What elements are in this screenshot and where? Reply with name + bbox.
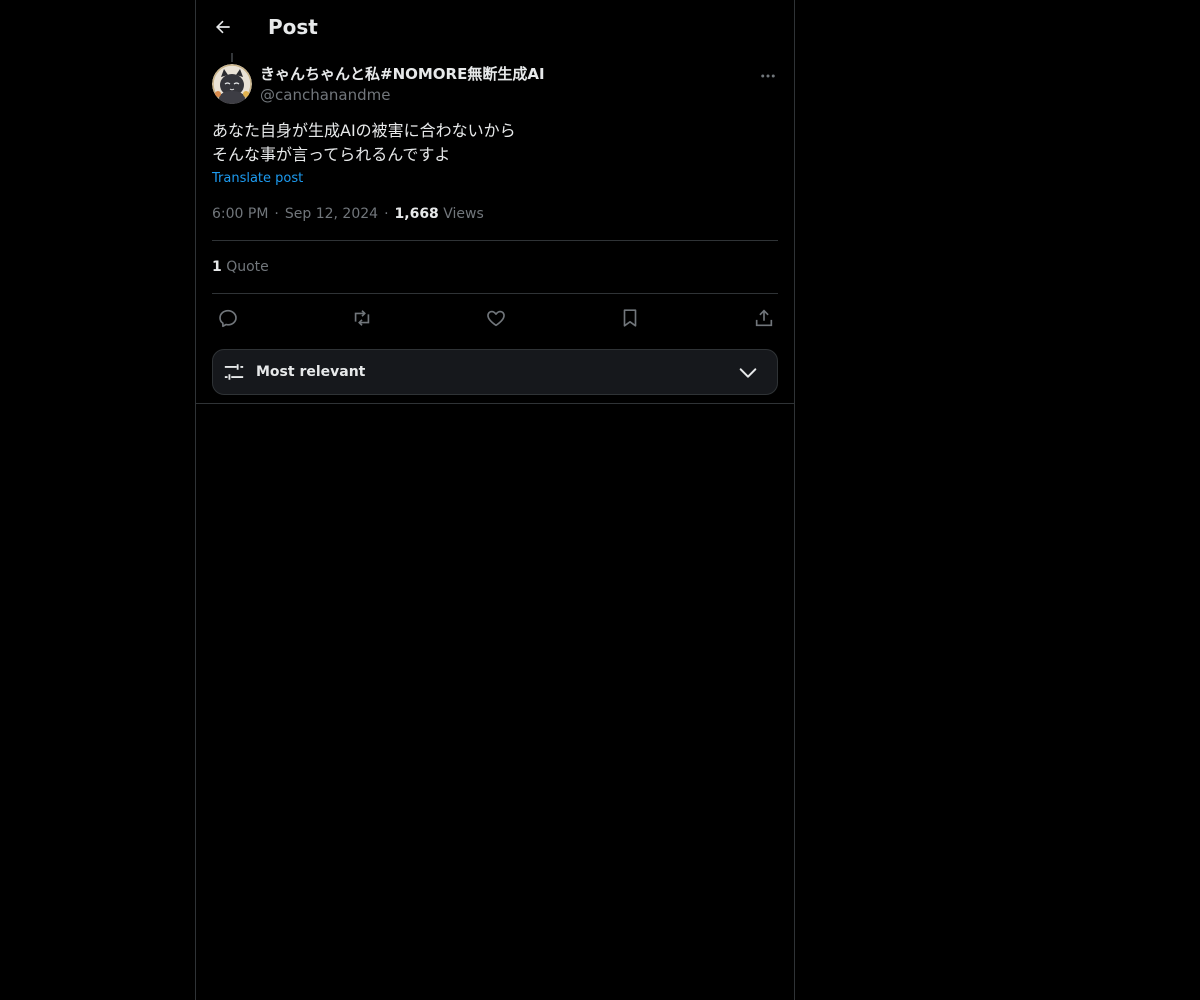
divider <box>212 293 778 294</box>
chevron-down-icon <box>739 368 757 378</box>
post-text-line: そんな事が言ってられるんですよ <box>212 145 451 164</box>
more-horizontal-icon <box>761 74 775 78</box>
thread-connector-line <box>231 53 233 62</box>
repost-button[interactable] <box>349 305 375 331</box>
author-handle[interactable]: @canchanandme <box>260 85 390 105</box>
page-title: Post <box>268 15 318 39</box>
post-date[interactable]: Sep 12, 2024 <box>285 206 378 222</box>
views-count: 1,668 <box>394 206 439 222</box>
main-column: Post きゃんちゃんと私#NOMORE無断生成AI @canchanandme… <box>195 0 795 1000</box>
reply-button[interactable] <box>215 305 241 331</box>
post-text-line: あなた自身が生成AIの被害に合わないから <box>212 121 516 140</box>
share-button[interactable] <box>751 305 777 331</box>
back-button[interactable] <box>206 10 240 44</box>
author-display-name[interactable]: きゃんちゃんと私#NOMORE無断生成AI <box>260 64 545 84</box>
post-time[interactable]: 6:00 PM <box>212 206 268 222</box>
divider <box>212 240 778 241</box>
bookmark-icon <box>623 309 637 327</box>
meta-separator: · <box>274 206 279 222</box>
like-button[interactable] <box>483 305 509 331</box>
post-text: あなた自身が生成AIの被害に合わないから そんな事が言ってられるんですよ <box>212 119 778 167</box>
quote-label: Quote <box>226 259 269 275</box>
views-label: Views <box>443 206 484 222</box>
section-divider <box>196 403 794 404</box>
reply-icon <box>219 309 237 328</box>
quote-count: 1 <box>212 259 222 275</box>
cat-avatar <box>212 64 252 104</box>
quotes-link[interactable]: 1 Quote <box>212 257 269 277</box>
sort-replies-dropdown[interactable]: Most relevant <box>212 349 778 395</box>
share-icon <box>755 309 773 327</box>
sort-label: Most relevant <box>256 364 366 380</box>
meta-separator: · <box>384 206 389 222</box>
filter-sliders-icon <box>224 364 244 380</box>
translate-post-link[interactable]: Translate post <box>212 170 303 188</box>
heart-icon <box>487 310 505 327</box>
bookmark-button[interactable] <box>617 305 643 331</box>
avatar[interactable] <box>212 64 252 104</box>
repost-icon <box>354 310 370 326</box>
post-meta: 6:00 PM · Sep 12, 2024 · 1,668 Views <box>212 204 484 224</box>
page-header: Post <box>196 0 794 53</box>
more-options-button[interactable] <box>756 64 780 88</box>
arrow-left-icon <box>216 20 230 34</box>
